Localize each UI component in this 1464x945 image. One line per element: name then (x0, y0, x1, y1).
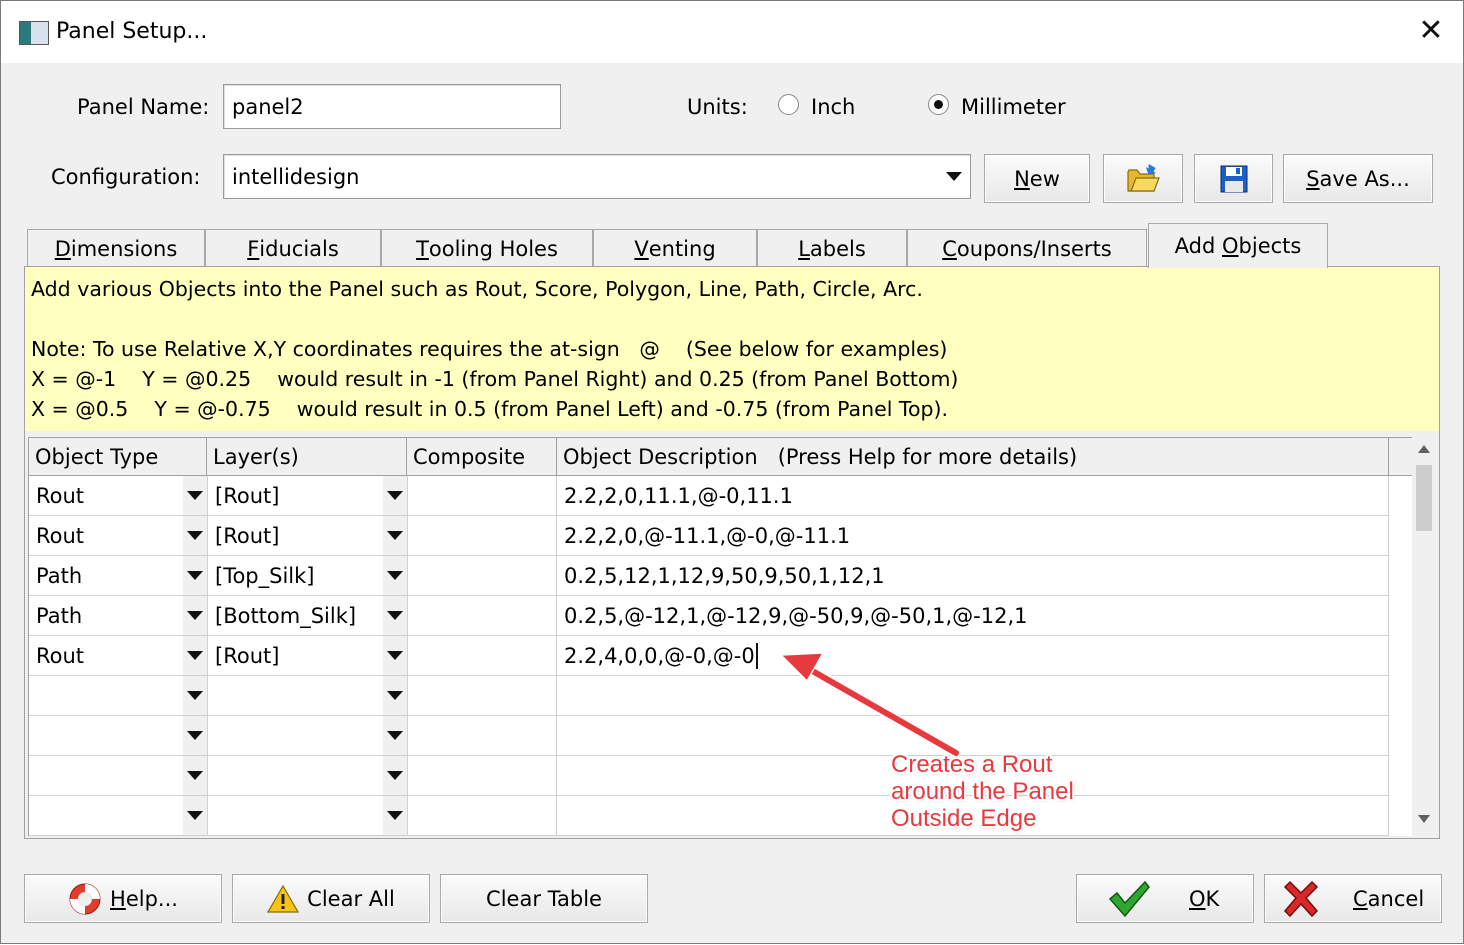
checkmark-icon (1108, 880, 1150, 917)
clear-table-button[interactable]: Clear Table (440, 874, 648, 923)
annotation-callout: Creates a Rout around the Panel Outside … (891, 751, 1074, 832)
annotation-arrow (779, 652, 961, 758)
cancel-button[interactable]: Cancel (1264, 874, 1442, 923)
tab-add-objects[interactable]: Add Objects (1148, 223, 1328, 268)
help-button[interactable]: Help... (24, 874, 222, 923)
red-x-icon (1283, 880, 1319, 917)
warning-icon (267, 884, 300, 913)
lifebuoy-icon (69, 883, 101, 914)
panel-setup-dialog: Panel Setup... ✕ Panel Name: panel2 Unit… (0, 0, 1464, 944)
clear-all-button[interactable]: Clear All (232, 874, 430, 923)
ok-button[interactable]: OK (1076, 874, 1254, 923)
